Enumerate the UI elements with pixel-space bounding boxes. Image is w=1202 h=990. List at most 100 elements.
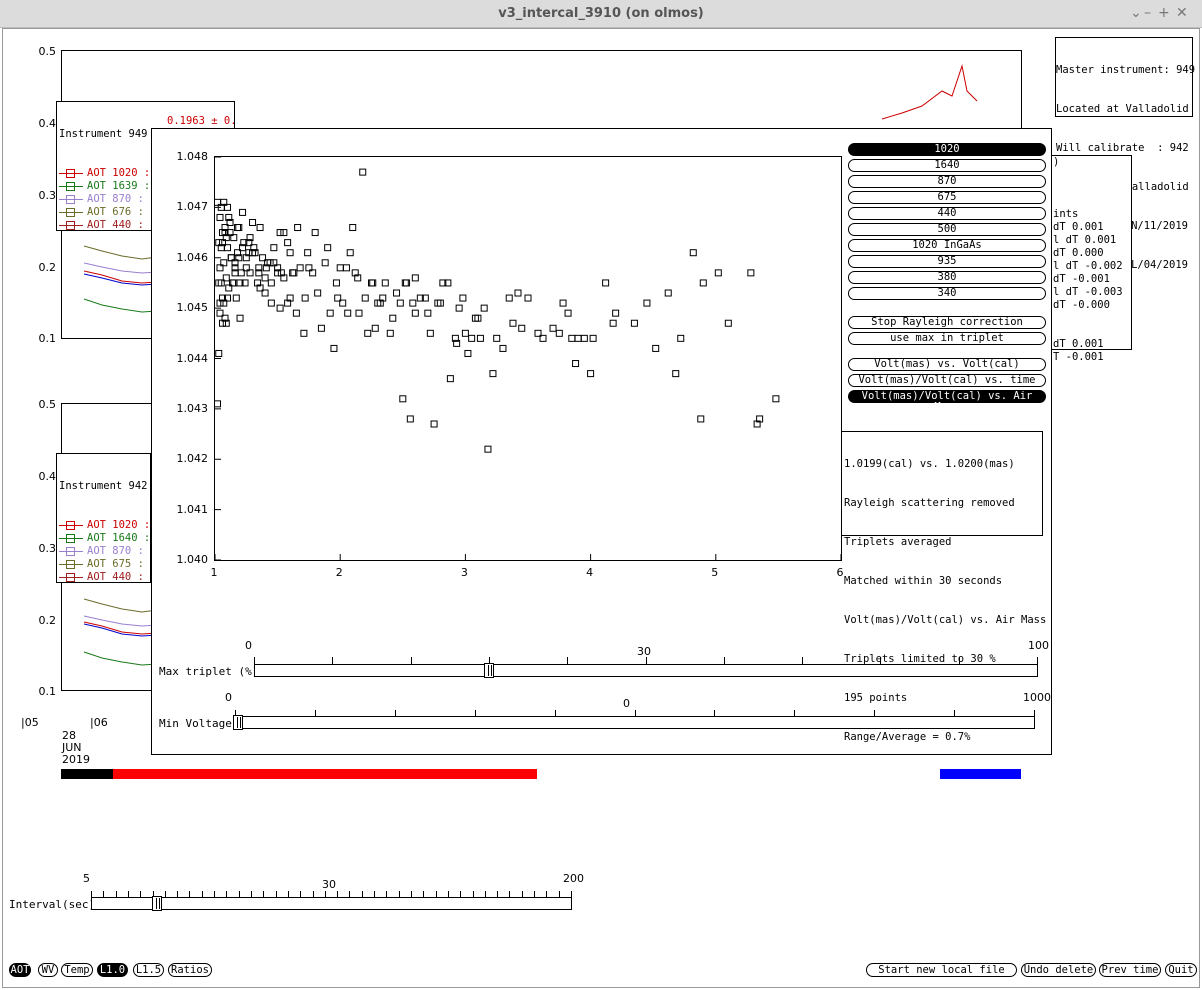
scatter-point[interactable] <box>239 208 247 216</box>
scatter-point[interactable] <box>524 294 532 302</box>
wavelength-button[interactable]: 1640 <box>848 159 1046 172</box>
scatter-point[interactable] <box>568 334 576 342</box>
scatter-point[interactable] <box>256 224 264 232</box>
mode-toggle-button[interactable]: WV <box>38 963 58 977</box>
scatter-point[interactable] <box>409 299 417 307</box>
scatter-point[interactable] <box>518 324 526 332</box>
scatter-point[interactable] <box>602 279 610 287</box>
scatter-point[interactable] <box>359 168 367 176</box>
option-button[interactable]: use max in triplet <box>848 332 1046 345</box>
ratio-scatter-plot[interactable] <box>214 156 842 561</box>
scatter-point[interactable] <box>455 304 463 312</box>
scatter-point[interactable] <box>326 309 334 317</box>
scatter-point[interactable] <box>301 294 309 302</box>
scatter-point[interactable] <box>286 249 294 257</box>
scatter-point[interactable] <box>324 244 332 252</box>
scatter-point[interactable] <box>267 299 275 307</box>
plot-mode-button[interactable]: Volt(mas)/Volt(cal) vs. time <box>848 374 1046 387</box>
scatter-point[interactable] <box>612 309 620 317</box>
scatter-point[interactable] <box>689 249 697 257</box>
scatter-point[interactable] <box>386 329 394 337</box>
wavelength-button[interactable]: 500 <box>848 223 1046 236</box>
scatter-point[interactable] <box>572 360 580 368</box>
scatter-point[interactable] <box>587 370 595 378</box>
scatter-point[interactable] <box>300 329 308 337</box>
scatter-point[interactable] <box>555 329 563 337</box>
scatter-point[interactable] <box>355 309 363 317</box>
scatter-point[interactable] <box>292 309 300 317</box>
scatter-point[interactable] <box>514 289 522 297</box>
wavelength-button[interactable]: 935 <box>848 255 1046 268</box>
plot-mode-button[interactable]: Volt(mas) vs. Volt(cal) <box>848 358 1046 371</box>
mode-toggle-button[interactable]: L1.0 <box>97 963 128 977</box>
scatter-point[interactable] <box>332 279 340 287</box>
scatter-point[interactable] <box>652 344 660 352</box>
scatter-point[interactable] <box>270 244 278 252</box>
minimize-icon[interactable]: – <box>1144 5 1151 21</box>
scatter-point[interactable] <box>364 329 372 337</box>
scatter-point[interactable] <box>461 329 469 337</box>
wavelength-button[interactable]: 1020 InGaAs <box>848 239 1046 252</box>
scatter-point[interactable] <box>393 289 401 297</box>
scatter-point[interactable] <box>371 324 379 332</box>
scatter-point[interactable] <box>714 269 722 277</box>
scatter-point[interactable] <box>630 319 638 327</box>
scatter-point[interactable] <box>459 294 467 302</box>
scatter-point[interactable] <box>336 264 344 272</box>
maximize-icon[interactable]: + <box>1158 5 1170 21</box>
scatter-point[interactable] <box>330 344 338 352</box>
scatter-point[interactable] <box>249 218 257 226</box>
scatter-point[interactable] <box>346 249 354 257</box>
mode-toggle-button[interactable]: AOT <box>9 963 31 977</box>
scatter-point[interactable] <box>321 259 329 267</box>
scatter-point[interactable] <box>468 334 476 342</box>
scatter-point[interactable] <box>276 229 284 237</box>
action-button[interactable]: Start new local file <box>866 963 1017 977</box>
scatter-point[interactable] <box>216 213 224 221</box>
scatter-point[interactable] <box>424 309 432 317</box>
scatter-point[interactable] <box>480 304 488 312</box>
scatter-point[interactable] <box>311 229 319 237</box>
scatter-point[interactable] <box>699 279 707 287</box>
scatter-point[interactable] <box>464 349 472 357</box>
scatter-point[interactable] <box>344 309 352 317</box>
wavelength-button[interactable]: 340 <box>848 287 1046 300</box>
scatter-point[interactable] <box>724 319 732 327</box>
scatter-point[interactable] <box>314 289 322 297</box>
scatter-point[interactable] <box>484 445 492 453</box>
scatter-point[interactable] <box>276 304 284 312</box>
window-titlebar[interactable]: v3_intercal_3910 (on olmos) ⌄ – + ✕ <box>0 0 1202 28</box>
plot-mode-button[interactable]: Volt(mas)/Volt(cal) vs. Air Mass <box>848 390 1046 413</box>
scatter-point[interactable] <box>489 370 497 378</box>
scatter-point[interactable] <box>236 314 244 322</box>
minimize-menu-icon[interactable]: ⌄ <box>1130 5 1142 21</box>
max-triplet-slider[interactable] <box>254 663 1038 678</box>
scatter-point[interactable] <box>214 400 222 408</box>
scatter-point[interactable] <box>361 294 369 302</box>
action-button[interactable]: Quit <box>1165 963 1197 977</box>
min-voltage-slider-thumb[interactable] <box>233 715 243 730</box>
scatter-point[interactable] <box>284 239 292 247</box>
scatter-point[interactable] <box>446 375 454 383</box>
scatter-point[interactable] <box>549 324 557 332</box>
scatter-point[interactable] <box>342 264 350 272</box>
wavelength-button[interactable]: 870 <box>848 175 1046 188</box>
scatter-point[interactable] <box>747 269 755 277</box>
mode-toggle-button[interactable]: Temp <box>61 963 93 977</box>
mode-toggle-button[interactable]: L1.5 <box>133 963 164 977</box>
scatter-point[interactable] <box>411 309 419 317</box>
scatter-point[interactable] <box>476 334 484 342</box>
scatter-point[interactable] <box>643 299 651 307</box>
interval-slider-thumb[interactable] <box>152 896 162 911</box>
scatter-point[interactable] <box>396 299 404 307</box>
scatter-point[interactable] <box>772 395 780 403</box>
scatter-point[interactable] <box>294 224 302 232</box>
scatter-point[interactable] <box>697 415 705 423</box>
scatter-point[interactable] <box>672 370 680 378</box>
scatter-point[interactable] <box>389 314 397 322</box>
wavelength-button[interactable]: 380 <box>848 271 1046 284</box>
scatter-point[interactable] <box>381 279 389 287</box>
scatter-point[interactable] <box>574 334 582 342</box>
scatter-point[interactable] <box>411 274 419 282</box>
scatter-point[interactable] <box>589 334 597 342</box>
